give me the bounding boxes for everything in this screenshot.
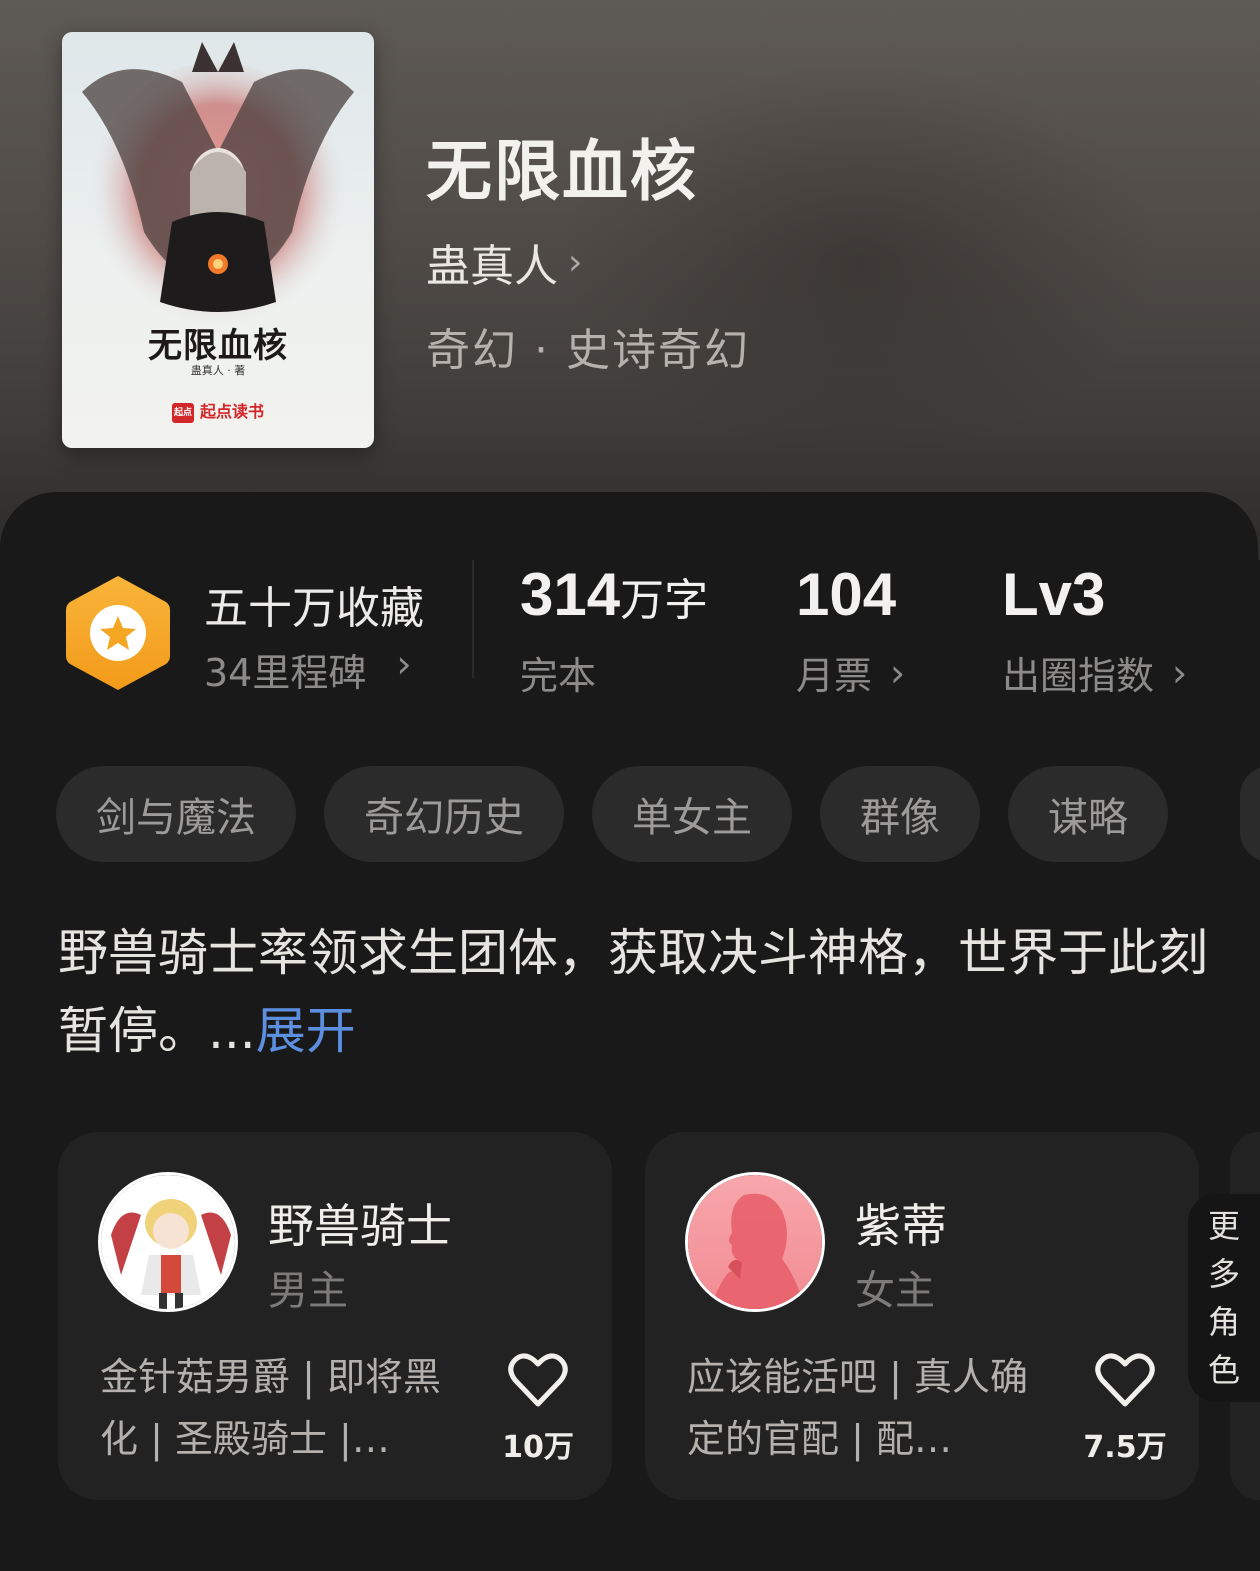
tag-chip[interactable]: 单女主 (592, 766, 792, 862)
heart-icon[interactable] (508, 1352, 568, 1408)
book-title: 无限血核 (426, 132, 698, 210)
chevron-right-icon: › (1172, 650, 1188, 695)
star-hexagon-icon[interactable] (62, 572, 174, 694)
book-cover[interactable]: 无限血核 蛊真人 · 著 起点 起点读书 (62, 32, 374, 448)
word-count: 314万字 (520, 560, 708, 629)
more-roles-button[interactable]: 更 多 角 色 (1188, 1194, 1260, 1402)
milestone-label: 34里程碑 (204, 651, 367, 695)
book-genre[interactable]: 奇幻 · 史诗奇幻 (426, 314, 750, 378)
description-text: 野兽骑士率领求生团体，获取决斗神格，世界于此刻暂停。... (58, 924, 1208, 1060)
tag-chip[interactable]: 谋略 (1008, 766, 1168, 862)
cover-illustration (82, 42, 354, 342)
avatar-silhouette (688, 1175, 822, 1309)
heart-icon[interactable] (1095, 1352, 1155, 1408)
word-count-value: 314 (520, 561, 621, 628)
author-name: 蛊真人 (426, 241, 558, 292)
character-name: 紫蒂 (855, 1199, 947, 1253)
more-roles-char: 色 (1207, 1351, 1240, 1389)
like-count: 7.5万 (1083, 1430, 1167, 1465)
book-header: 无限血核 蛊真人 · 著 起点 起点读书 无限血核 蛊真人 › 奇幻 · 史诗奇幻 (0, 0, 1260, 560)
character-name: 野兽骑士 (268, 1199, 452, 1253)
circle-index-label: 出圈指数 (1002, 654, 1155, 698)
character-description: 金针菇男爵 | 即将黑化 | 圣殿骑士 |… (100, 1355, 441, 1461)
brand-logo-icon: 起点 (171, 402, 194, 423)
chevron-right-icon: › (568, 241, 583, 283)
tag-list: 剑与魔法 奇幻历史 单女主 群像 谋略 (56, 766, 1168, 862)
more-roles-char: 多 (1207, 1255, 1240, 1293)
like-count: 10万 (502, 1430, 574, 1465)
cover-brand: 起点 起点读书 (62, 398, 374, 423)
character-card[interactable]: 野兽骑士 男主 金针菇男爵 | 即将黑化 | 圣殿骑士 |… 10万 (58, 1132, 612, 1500)
word-count-unit: 万字 (620, 576, 709, 625)
expand-link[interactable]: 展开 (256, 1002, 356, 1060)
character-avatar[interactable] (98, 1172, 238, 1312)
character-card[interactable]: 紫蒂 女主 应该能活吧 | 真人确定的官配 | 配… 7.5万 (645, 1132, 1199, 1500)
character-role: 男主 (268, 1268, 348, 1314)
character-description: 应该能活吧 | 真人确定的官配 | 配… (687, 1355, 1028, 1461)
completion-status: 完本 (520, 645, 596, 700)
monthly-votes-value: 104 (796, 561, 897, 628)
monthly-votes-link[interactable]: 月票 › (796, 645, 905, 700)
stats-divider (472, 560, 474, 678)
tag-chip[interactable]: 剑与魔法 (56, 766, 296, 862)
cover-brand-label: 起点读书 (199, 402, 264, 421)
cover-author: 蛊真人 · 著 (190, 364, 246, 377)
cover-title: 无限血核 (148, 326, 288, 366)
book-description[interactable]: 野兽骑士率领求生团体，获取决斗神格，世界于此刻暂停。...展开 (58, 914, 1208, 1070)
more-roles-char: 更 (1207, 1207, 1240, 1245)
chevron-right-icon: › (890, 650, 906, 695)
more-roles-char: 角 (1207, 1303, 1240, 1341)
tag-chip[interactable]: 奇幻历史 (324, 766, 564, 862)
circle-index-link[interactable]: 出圈指数 › (1002, 645, 1187, 700)
tag-chip[interactable]: 群像 (820, 766, 980, 862)
collection-title[interactable]: 五十万收藏 (204, 572, 424, 636)
avatar-illustration (101, 1175, 235, 1309)
milestone-link[interactable]: 34里程碑 › (204, 642, 412, 697)
character-avatar[interactable] (685, 1172, 825, 1312)
circle-index-value: Lv3 (1002, 561, 1106, 628)
author-link[interactable]: 蛊真人 › (426, 230, 582, 294)
chevron-right-icon: › (396, 642, 412, 686)
monthly-votes-label: 月票 (796, 654, 873, 698)
completion-label: 完本 (520, 654, 597, 698)
character-role: 女主 (855, 1268, 935, 1314)
